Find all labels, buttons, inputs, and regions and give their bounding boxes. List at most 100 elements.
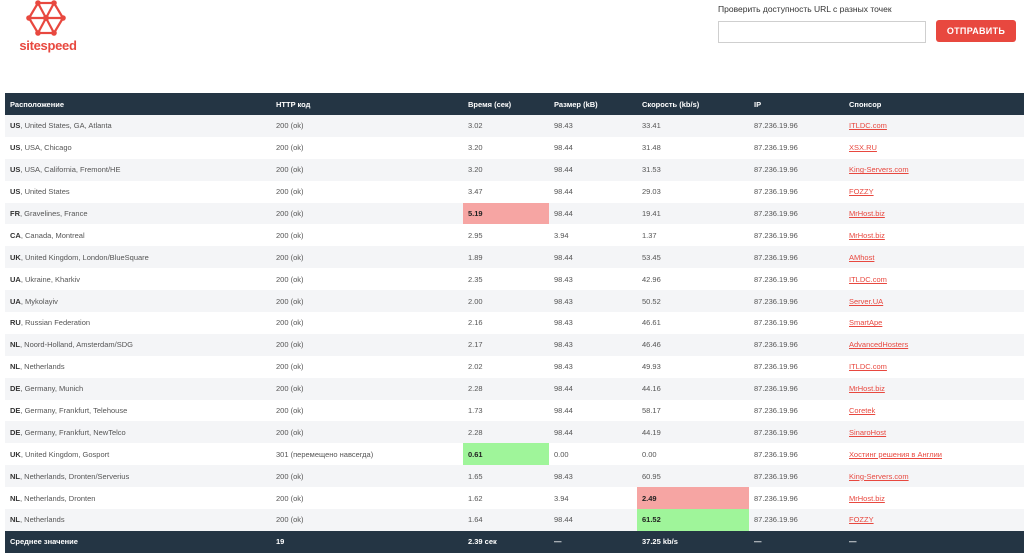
url-input[interactable] bbox=[718, 21, 926, 43]
sponsor-link[interactable]: FOZZY bbox=[849, 187, 874, 196]
network-logo-icon bbox=[26, 0, 66, 36]
sponsor-link[interactable]: ITLDC.com bbox=[849, 275, 887, 284]
cell-http-code: 200 (ok) bbox=[271, 202, 463, 225]
sponsor-link[interactable]: Хостинг решения в Англии bbox=[849, 450, 942, 459]
cell-http-code: 200 (ok) bbox=[271, 136, 463, 159]
sponsor-link[interactable]: ITLDC.com bbox=[849, 362, 887, 371]
cell-sponsor: King-Servers.com bbox=[844, 158, 1024, 181]
cell-sponsor: MrHost.biz bbox=[844, 224, 1024, 247]
cell-sponsor: FOZZY bbox=[844, 180, 1024, 203]
cell-sponsor: MrHost.biz bbox=[844, 377, 1024, 400]
location-name: , USA, California, Fremont/HE bbox=[20, 165, 121, 175]
sponsor-link[interactable]: MrHost.biz bbox=[849, 231, 885, 240]
table-row: DE, Germany, Frankfurt, Telehouse 200 (ok… bbox=[5, 399, 1024, 422]
cell-size: 98.44 bbox=[549, 136, 637, 159]
cell-speed: 58.17 bbox=[637, 399, 749, 422]
location-name: , United States bbox=[20, 187, 70, 197]
cell-location: CA, Canada, Montreal bbox=[5, 224, 271, 247]
cell-size: 98.44 bbox=[549, 246, 637, 269]
table-row: UA, Mykolayiv 200 (ok) 2.00 98.43 50.52 87.23… bbox=[5, 290, 1024, 313]
cell-location: UA, Mykolayiv bbox=[5, 290, 271, 313]
sponsor-link[interactable]: AdvancedHosters bbox=[849, 340, 908, 349]
cell-ip: 87.236.19.96 bbox=[749, 355, 844, 378]
sponsor-link[interactable]: Server.UA bbox=[849, 297, 883, 306]
cell-sponsor: MrHost.biz bbox=[844, 487, 1024, 510]
sponsor-link[interactable]: MrHost.biz bbox=[849, 494, 885, 503]
column-header-speed: Скорость (kb/s) bbox=[637, 93, 749, 115]
cell-location: DE, Germany, Munich bbox=[5, 377, 271, 400]
cell-ip: 87.236.19.96 bbox=[749, 115, 844, 137]
country-code: US bbox=[10, 187, 21, 197]
cell-sponsor: XSX.RU bbox=[844, 136, 1024, 159]
check-url-label: Проверить доступность URL с разных точек bbox=[718, 4, 892, 14]
footer-average-time: 2.39 сек bbox=[463, 530, 549, 553]
cell-location: NL, Netherlands bbox=[5, 355, 271, 378]
cell-ip: 87.236.19.96 bbox=[749, 224, 844, 247]
sponsor-link[interactable]: SinaroHost bbox=[849, 428, 886, 437]
cell-size: 98.43 bbox=[549, 312, 637, 334]
table-footer-row: Среднее значение 19 2.39 сек —37.25 kb/s — — bbox=[5, 530, 1024, 553]
cell-size: 98.44 bbox=[549, 509, 637, 531]
location-name: , Germany, Frankfurt, NewTelco bbox=[20, 427, 126, 437]
logo-text: sitespeed bbox=[19, 38, 77, 53]
sponsor-link[interactable]: FOZZY bbox=[849, 515, 874, 524]
sponsor-link[interactable]: King-Servers.com bbox=[849, 165, 909, 174]
cell-ip: 87.236.19.96 bbox=[749, 421, 844, 444]
cell-speed: 19.41 bbox=[637, 202, 749, 225]
cell-http-code: 200 (ok) bbox=[271, 312, 463, 334]
location-name: , Gravelines, France bbox=[20, 209, 88, 218]
sponsor-link[interactable]: XSX.RU bbox=[849, 143, 877, 152]
sponsor-link[interactable]: SmartApe bbox=[849, 318, 882, 327]
country-code: FR bbox=[10, 209, 20, 218]
submit-button[interactable]: ОТПРАВИТЬ bbox=[936, 20, 1016, 42]
sponsor-link[interactable]: MrHost.biz bbox=[849, 384, 885, 393]
country-code: UA bbox=[10, 296, 21, 306]
location-name: , United Kingdom, Gosport bbox=[20, 449, 110, 459]
cell-ip: 87.236.19.96 bbox=[749, 246, 844, 269]
cell-size: 98.44 bbox=[549, 202, 637, 225]
cell-location: UK, United Kingdom, London/BlueSquare bbox=[5, 246, 271, 269]
country-code: DE bbox=[10, 406, 21, 416]
location-name: , Canada, Montreal bbox=[20, 230, 85, 240]
country-code: RU bbox=[10, 318, 21, 328]
column-header-sponsor: Спонсор bbox=[844, 93, 1024, 115]
table-row: US, United States 200 (ok) 3.47 98.44 29.03 8… bbox=[5, 180, 1024, 203]
location-name: , Germany, Frankfurt, Telehouse bbox=[20, 406, 128, 416]
sponsor-link[interactable]: King-Servers.com bbox=[849, 472, 909, 481]
cell-location: UA, Ukraine, Kharkiv bbox=[5, 268, 271, 291]
location-name: , United States, GA, Atlanta bbox=[20, 121, 112, 131]
cell-location: US, United States, GA, Atlanta bbox=[5, 115, 271, 137]
cell-size: 98.44 bbox=[549, 158, 637, 181]
cell-ip: 87.236.19.96 bbox=[749, 509, 844, 531]
location-name: , USA, Chicago bbox=[20, 143, 72, 153]
cell-ip: 87.236.19.96 bbox=[749, 312, 844, 334]
location-name: , Russian Federation bbox=[20, 318, 91, 328]
cell-http-code: 200 (ok) bbox=[271, 158, 463, 181]
footer-average-sponsor: — bbox=[844, 530, 1024, 553]
sponsor-link[interactable]: MrHost.biz bbox=[849, 209, 885, 218]
sponsor-link[interactable]: AMhost bbox=[849, 253, 874, 262]
cell-http-code: 200 (ok) bbox=[271, 509, 463, 531]
footer-average-http: 19 bbox=[271, 530, 463, 553]
cell-speed: 2.49 bbox=[637, 487, 749, 510]
cell-speed: 53.45 bbox=[637, 246, 749, 269]
sponsor-link[interactable]: ITLDC.com bbox=[849, 121, 887, 130]
cell-speed: 29.03 bbox=[637, 180, 749, 203]
cell-time: 2.28 bbox=[463, 377, 549, 400]
logo[interactable]: sitespeed bbox=[14, 0, 78, 56]
column-header-size: Размер (kB) bbox=[549, 93, 637, 115]
cell-http-code: 200 (ok) bbox=[271, 290, 463, 313]
cell-ip: 87.236.19.96 bbox=[749, 202, 844, 225]
location-name: , Noord-Holland, Amsterdam/SDG bbox=[20, 340, 133, 350]
cell-time: 0.61 bbox=[463, 443, 549, 466]
cell-size: 98.44 bbox=[549, 421, 637, 444]
table-row: FR, Gravelines, France 200 (ok) 5.19 98.44 1… bbox=[5, 202, 1024, 225]
cell-size: 3.94 bbox=[549, 224, 637, 247]
sponsor-link[interactable]: Coretek bbox=[849, 406, 875, 415]
cell-speed: 44.16 bbox=[637, 377, 749, 400]
column-header-time: Время (сек) bbox=[463, 93, 549, 115]
column-header-ip: IP bbox=[749, 93, 844, 115]
cell-sponsor: AMhost bbox=[844, 246, 1024, 269]
country-code: UK bbox=[10, 252, 21, 262]
table-header-row: Расположение HTTP код Время (сек) Размер (k… bbox=[5, 93, 1024, 115]
